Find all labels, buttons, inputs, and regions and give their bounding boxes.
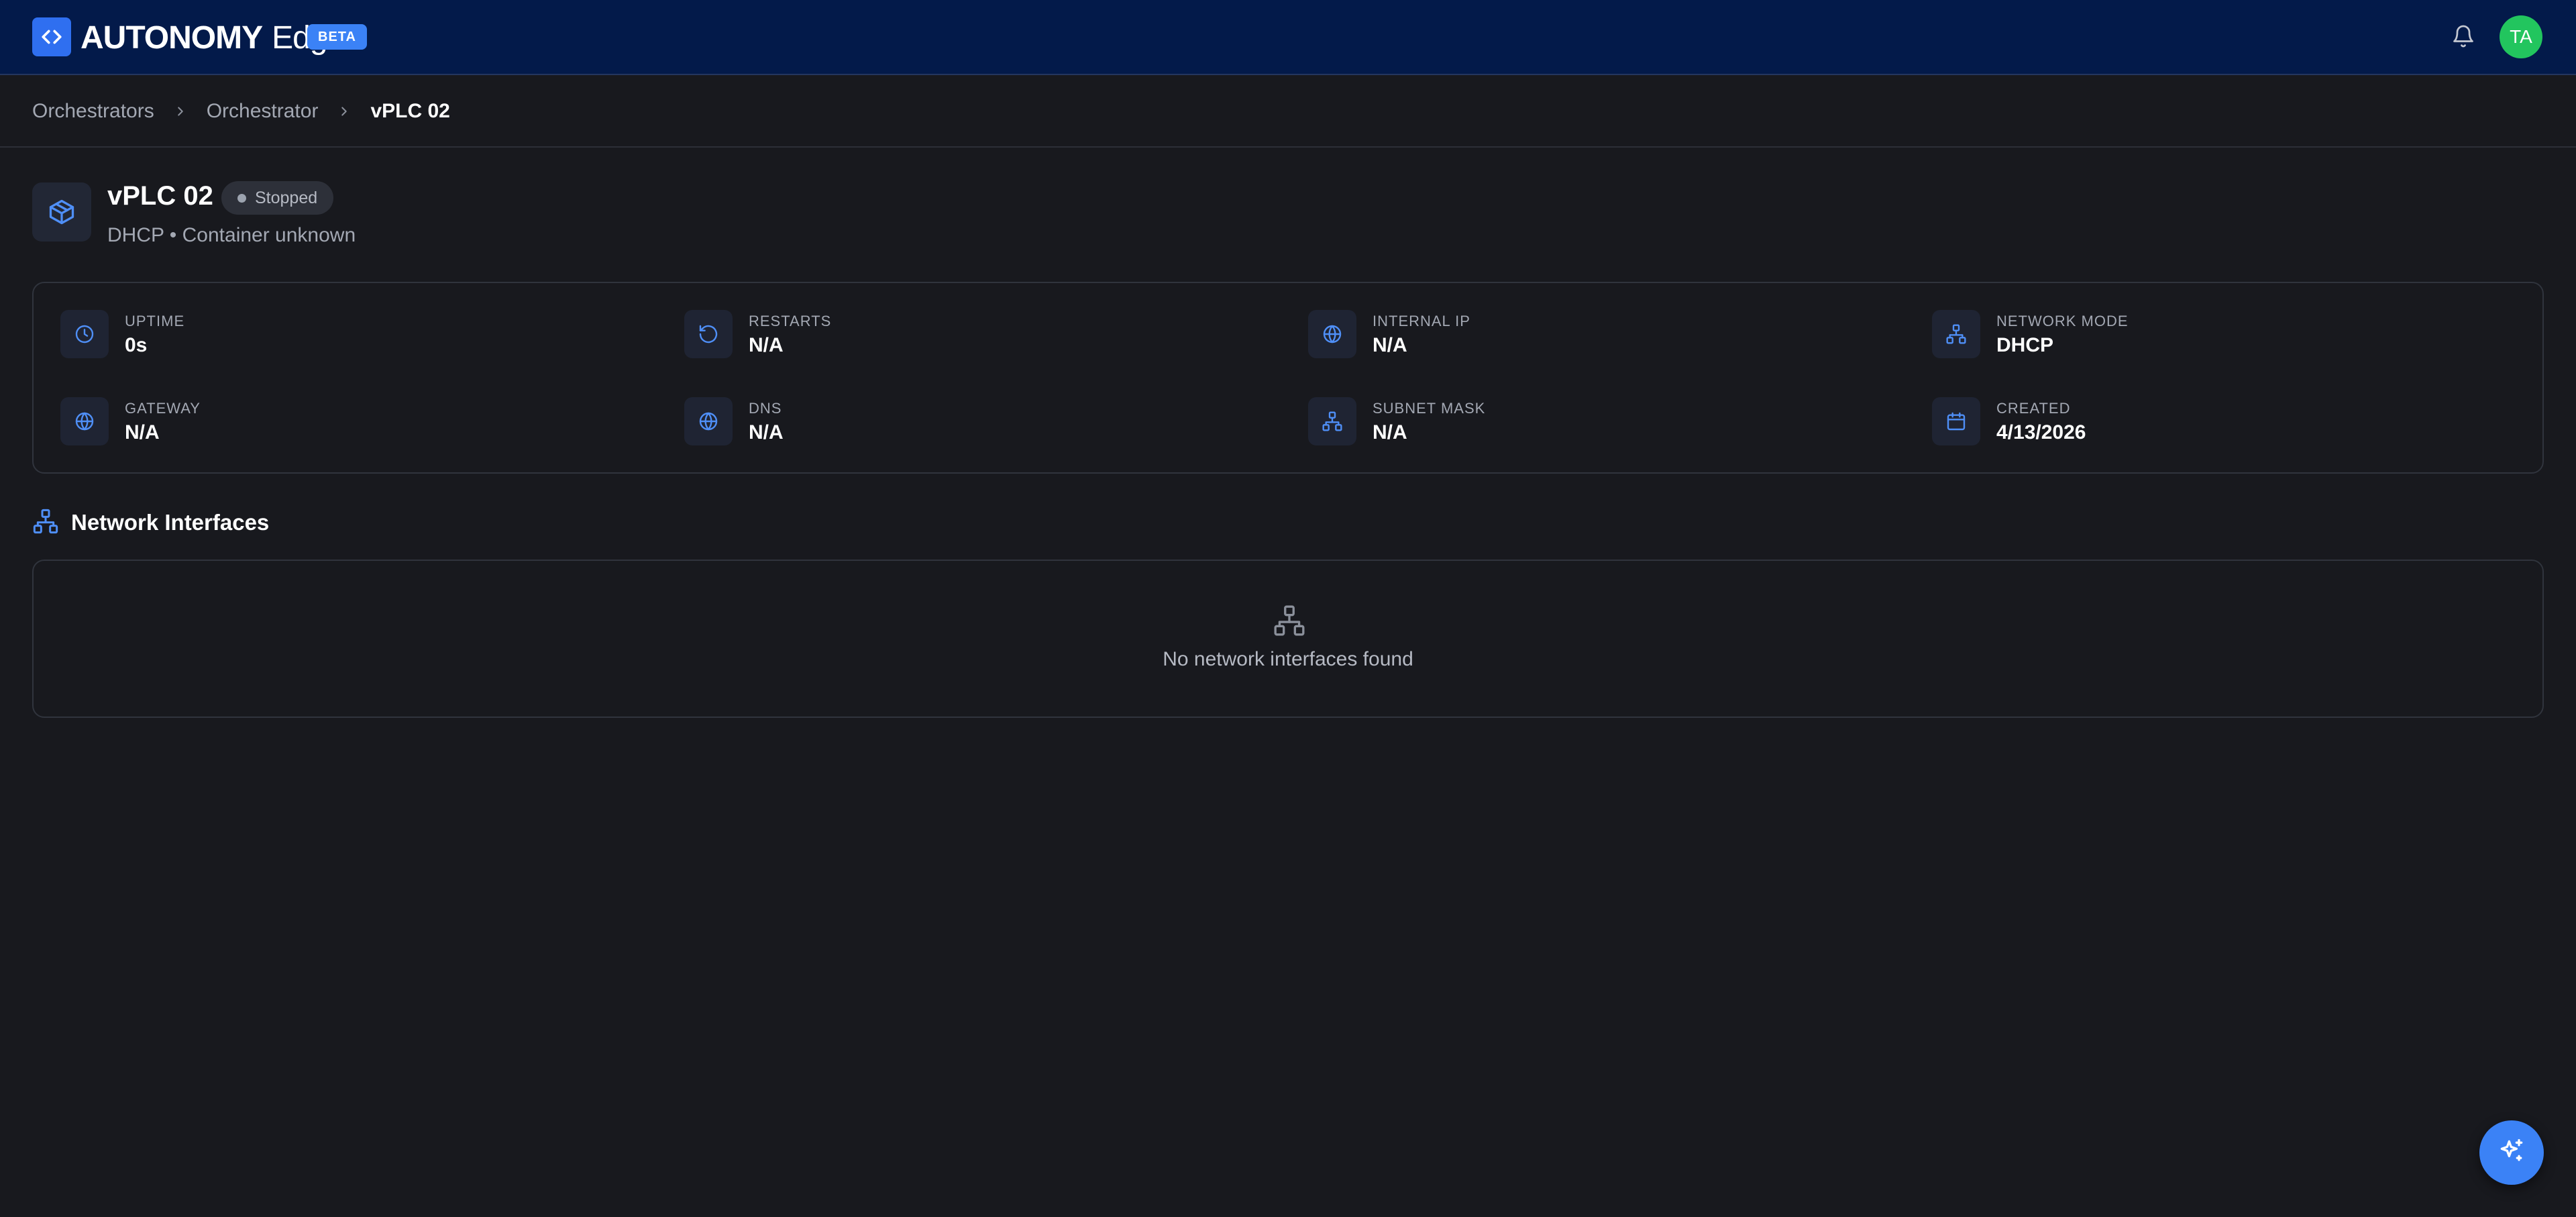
stat-internal-ip: INTERNAL IP N/A — [1308, 310, 1912, 364]
status-label: Stopped — [255, 188, 318, 207]
stat-label: DNS — [749, 400, 782, 417]
package-icon — [32, 182, 91, 242]
restart-icon — [684, 310, 733, 358]
network-interfaces-empty-state: No network interfaces found — [32, 560, 2544, 718]
stat-label: NETWORK MODE — [1996, 313, 2129, 329]
calendar-icon — [1932, 397, 1980, 445]
stat-label: CREATED — [1996, 400, 2071, 417]
stat-dns: DNS N/A — [684, 397, 1288, 451]
stat-value: N/A — [749, 334, 784, 356]
stat-value: DHCP — [1996, 334, 2054, 356]
top-bar: AUTONOMY Edge BETA TA — [0, 0, 2576, 75]
code-brackets-icon[interactable] — [32, 17, 71, 56]
chevron-right-icon — [173, 104, 188, 119]
bell-icon[interactable] — [2449, 21, 2478, 51]
stat-created: CREATED 4/13/2026 — [1932, 397, 2536, 451]
empty-state-text: No network interfaces found — [1163, 648, 1413, 670]
clock-icon — [60, 310, 109, 358]
sparkles-icon — [2497, 1136, 2526, 1169]
brand-bold: AUTONOMY — [80, 19, 263, 56]
breadcrumb-current: vPLC 02 — [370, 100, 450, 122]
stat-restarts: RESTARTS N/A — [684, 310, 1288, 364]
device-subtitle: DHCP • Container unknown — [107, 224, 356, 246]
stat-uptime: UPTIME 0s — [60, 310, 664, 364]
stat-subnet-mask: SUBNET MASK N/A — [1308, 397, 1912, 451]
page-title: vPLC 02 — [107, 181, 213, 211]
globe-icon — [684, 397, 733, 445]
stat-value: 4/13/2026 — [1996, 421, 2086, 443]
status-badge: Stopped — [221, 181, 334, 215]
section-title: Network Interfaces — [71, 510, 270, 535]
stat-value: N/A — [125, 421, 160, 443]
stat-gateway: GATEWAY N/A — [60, 397, 664, 451]
stat-label: UPTIME — [125, 313, 185, 329]
stat-label: GATEWAY — [125, 400, 201, 417]
network-interfaces-header: Network Interfaces — [32, 507, 269, 538]
status-dot — [237, 194, 246, 203]
network-icon — [1308, 397, 1356, 445]
network-icon — [1932, 310, 1980, 358]
stat-label: RESTARTS — [749, 313, 832, 329]
stat-network-mode: NETWORK MODE DHCP — [1932, 310, 2536, 364]
brand-name[interactable]: AUTONOMY Edge — [80, 17, 345, 58]
avatar[interactable]: TA — [2500, 15, 2542, 58]
chevron-right-icon — [337, 104, 352, 119]
stat-value: 0s — [125, 334, 148, 356]
network-icon — [1273, 604, 1306, 637]
breadcrumb-orchestrators[interactable]: Orchestrators — [32, 100, 154, 123]
breadcrumb-orchestrator[interactable]: Orchestrator — [207, 100, 319, 123]
ai-assistant-button[interactable] — [2479, 1120, 2544, 1185]
globe-icon — [1308, 310, 1356, 358]
stat-value: N/A — [1373, 334, 1407, 356]
stat-label: SUBNET MASK — [1373, 400, 1486, 417]
stat-value: N/A — [1373, 421, 1407, 443]
beta-badge: BETA — [307, 24, 367, 50]
stats-card: UPTIME 0s RESTARTS N/A INTERNAL IP N/A N… — [32, 282, 2544, 474]
network-icon — [32, 508, 59, 538]
breadcrumb: Orchestrators Orchestrator vPLC 02 — [0, 76, 2576, 148]
stat-value: N/A — [749, 421, 784, 443]
stat-label: INTERNAL IP — [1373, 313, 1470, 329]
globe-icon — [60, 397, 109, 445]
